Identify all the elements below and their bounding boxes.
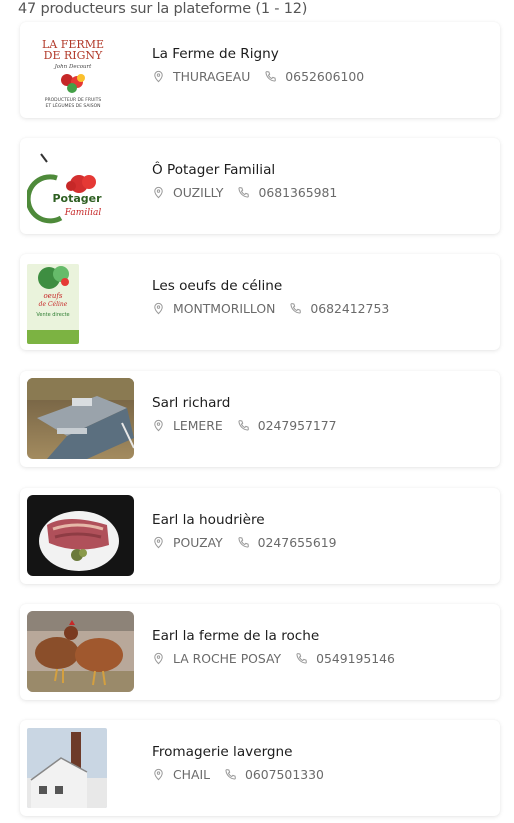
map-pin-icon	[152, 419, 165, 432]
producer-photo	[27, 728, 107, 808]
producer-card[interactable]: Sarl richard LEMERE 0247957177	[20, 371, 500, 467]
producer-phone[interactable]: 0247655619	[258, 535, 337, 550]
producer-card[interactable]: Potager Familial Ô Potager Familial OUZI…	[20, 138, 500, 234]
producer-name[interactable]: Earl la houdrière	[152, 512, 337, 528]
producer-card[interactable]: Earl la houdrière POUZAY 0247655619	[20, 488, 500, 584]
map-pin-icon	[152, 652, 165, 665]
phone-icon	[224, 768, 237, 781]
producer-town: OUZILLY	[173, 185, 224, 200]
producer-name[interactable]: Fromagerie lavergne	[152, 744, 324, 760]
producer-name[interactable]: Ô Potager Familial	[152, 162, 337, 178]
producer-town: THURAGEAU	[173, 69, 251, 84]
producer-card[interactable]: Fromagerie lavergne CHAIL 0607501330	[20, 720, 500, 816]
producer-photo	[27, 378, 134, 459]
map-pin-icon	[152, 536, 165, 549]
producer-phone[interactable]: 0652606100	[285, 69, 364, 84]
producer-logo: oeufs de Céline Vente directe	[27, 264, 79, 344]
map-pin-icon	[152, 302, 165, 315]
phone-icon	[237, 186, 250, 199]
producer-phone[interactable]: 0682412753	[310, 301, 389, 316]
producer-town: CHAIL	[173, 767, 211, 782]
phone-icon	[237, 419, 250, 432]
producer-logo: LA FERME DE RIGNY John Decourt PRODUCTEU…	[27, 28, 134, 112]
producer-card[interactable]: Earl la ferme de la roche LA ROCHE POSAY…	[20, 604, 500, 700]
producer-name[interactable]: Les oeufs de céline	[152, 278, 389, 294]
producer-phone[interactable]: 0681365981	[258, 185, 337, 200]
producer-town: LA ROCHE POSAY	[173, 651, 282, 666]
phone-icon	[264, 70, 277, 83]
producer-card[interactable]: oeufs de Céline Vente directe Les oeufs …	[20, 254, 500, 350]
producer-card[interactable]: LA FERME DE RIGNY John Decourt PRODUCTEU…	[20, 22, 500, 118]
producer-town: LEMERE	[173, 418, 223, 433]
logo-text-3: Vente directe	[36, 312, 69, 318]
logo-text-4: PRODUCTEUR DE FRUITS	[45, 97, 102, 103]
logo-text-2: de Céline	[39, 301, 68, 308]
logo-text-1: Potager	[52, 192, 102, 205]
map-pin-icon	[152, 768, 165, 781]
logo-text-2: Familial	[64, 208, 102, 218]
map-pin-icon	[152, 186, 165, 199]
logo-text-1: oeufs	[43, 292, 62, 300]
producer-phone[interactable]: 0549195146	[316, 651, 395, 666]
logo-text-3: John Decourt	[54, 64, 93, 70]
producer-phone[interactable]: 0607501330	[245, 767, 324, 782]
producer-photo	[27, 611, 134, 692]
map-pin-icon	[152, 70, 165, 83]
producer-photo	[27, 495, 134, 576]
producer-name[interactable]: Sarl richard	[152, 395, 337, 411]
producer-logo: Potager Familial	[27, 148, 134, 232]
producer-name[interactable]: La Ferme de Rigny	[152, 46, 364, 62]
phone-icon	[289, 302, 302, 315]
producer-town: POUZAY	[173, 535, 223, 550]
producer-name[interactable]: Earl la ferme de la roche	[152, 628, 395, 644]
logo-text-2: DE RIGNY	[44, 49, 103, 62]
producer-town: MONTMORILLON	[173, 301, 276, 316]
phone-icon	[295, 652, 308, 665]
results-count: 47 producteurs sur la plateforme (1 - 12…	[18, 1, 308, 17]
phone-icon	[237, 536, 250, 549]
producer-phone[interactable]: 0247957177	[258, 418, 337, 433]
